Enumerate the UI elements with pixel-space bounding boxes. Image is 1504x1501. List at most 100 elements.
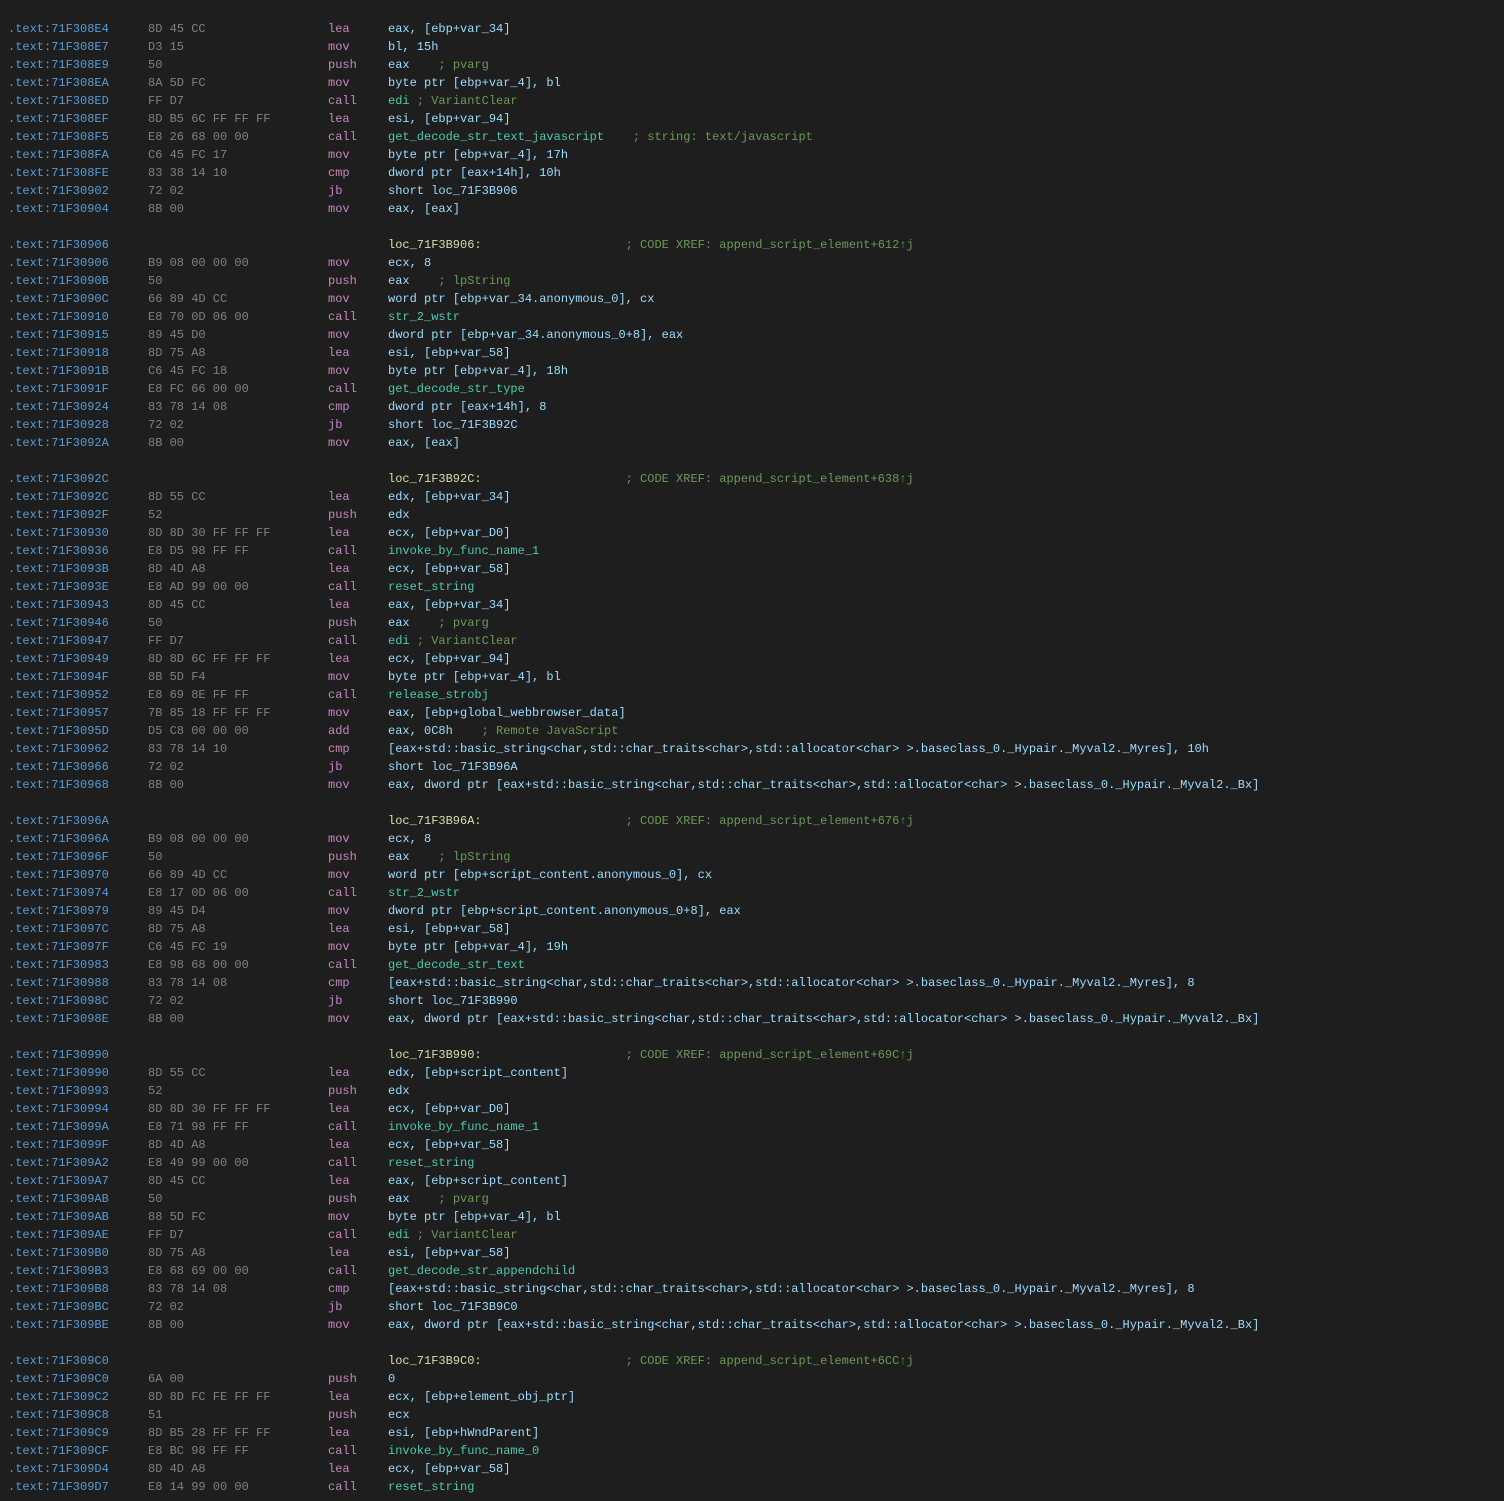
table-row[interactable]: .text:71F308EF8D B5 6C FF FF FFleaesi, [… <box>0 111 1504 129</box>
table-row[interactable]: .text:71F308EA8A 5D FCmovbyte ptr [ebp+v… <box>0 75 1504 93</box>
table-row[interactable]: .text:71F308EDFF D7calledi ; VariantClea… <box>0 93 1504 111</box>
table-row[interactable]: .text:71F3094650pusheax ; pvarg <box>0 615 1504 633</box>
table-row[interactable]: .text:71F309C28D 8D FC FE FF FFleaecx, [… <box>0 1389 1504 1407</box>
table-row[interactable]: .text:71F309B3E8 68 69 00 00callget_deco… <box>0 1263 1504 1281</box>
table-row[interactable]: .text:71F30910E8 70 0D 06 00callstr_2_ws… <box>0 309 1504 327</box>
table-row[interactable]: .text:71F309BC72 02jbshort loc_71F3B9C0 <box>0 1299 1504 1317</box>
table-row[interactable]: .text:71F309D7E8 14 99 00 00callreset_st… <box>0 1479 1504 1497</box>
table-row[interactable]: .text:71F309CFE8 BC 98 FF FFcallinvoke_b… <box>0 1443 1504 1461</box>
disassembly-view: .text:71F308E48D 45 CCleaeax, [ebp+var_3… <box>0 0 1504 1501</box>
table-row[interactable]: .text:71F3099F8D 4D A8leaecx, [ebp+var_5… <box>0 1137 1504 1155</box>
table-row[interactable]: .text:71F309C0loc_71F3B9C0: ; CODE XREF:… <box>0 1353 1504 1371</box>
table-row[interactable]: .text:71F309908D 55 CCleaedx, [ebp+scrip… <box>0 1065 1504 1083</box>
bytes: C6 45 FC 17 <box>148 147 328 164</box>
table-row[interactable]: .text:71F3097066 89 4D CCmovword ptr [eb… <box>0 867 1504 885</box>
table-row[interactable]: .text:71F3092872 02jbshort loc_71F3B92C <box>0 417 1504 435</box>
bytes: 88 5D FC <box>148 1209 328 1226</box>
table-row[interactable]: .text:71F30906loc_71F3B906: ; CODE XREF:… <box>0 237 1504 255</box>
table-row[interactable] <box>0 1029 1504 1047</box>
table-row[interactable]: .text:71F309D48D 4D A8leaecx, [ebp+var_5… <box>0 1461 1504 1479</box>
table-row[interactable]: .text:71F308E48D 45 CCleaeax, [ebp+var_3… <box>0 21 1504 39</box>
table-row[interactable]: .text:71F3094F8B 5D F4movbyte ptr [ebp+v… <box>0 669 1504 687</box>
table-row[interactable]: .text:71F3098883 78 14 08cmp[eax+std::ba… <box>0 975 1504 993</box>
table-row[interactable]: .text:71F30983E8 98 68 00 00callget_deco… <box>0 957 1504 975</box>
table-row[interactable]: .text:71F3091589 45 D0movdword ptr [ebp+… <box>0 327 1504 345</box>
table-row[interactable]: .text:71F308E7D3 15movbl, 15h <box>0 39 1504 57</box>
table-row[interactable]: .text:71F3099352pushedx <box>0 1083 1504 1101</box>
table-row[interactable]: .text:71F309AEFF D7calledi ; VariantClea… <box>0 1227 1504 1245</box>
table-row[interactable]: .text:71F3097989 45 D4movdword ptr [ebp+… <box>0 903 1504 921</box>
table-row[interactable]: .text:71F309948D 8D 30 FF FF FFleaecx, [… <box>0 1101 1504 1119</box>
table-row[interactable]: .text:71F309688B 00moveax, dword ptr [ea… <box>0 777 1504 795</box>
table-row[interactable]: .text:71F309AB50pusheax ; pvarg <box>0 1191 1504 1209</box>
table-row[interactable]: .text:71F3095DD5 C8 00 00 00addeax, 0C8h… <box>0 723 1504 741</box>
table-row[interactable]: .text:71F309498D 8D 6C FF FF FFleaecx, [… <box>0 651 1504 669</box>
table-row[interactable]: .text:71F3096AB9 08 00 00 00movecx, 8 <box>0 831 1504 849</box>
address: .text:71F3094F <box>8 669 148 686</box>
table-row[interactable]: .text:71F309B08D 75 A8leaesi, [ebp+var_5… <box>0 1245 1504 1263</box>
table-row[interactable]: .text:71F3091FE8 FC 66 00 00callget_deco… <box>0 381 1504 399</box>
operands: eax <box>388 849 410 866</box>
table-row[interactable]: .text:71F3092483 78 14 08cmpdword ptr [e… <box>0 399 1504 417</box>
table-row[interactable]: .text:71F30974E8 17 0D 06 00callstr_2_ws… <box>0 885 1504 903</box>
bytes: 50 <box>148 273 328 290</box>
table-row[interactable]: .text:71F3090B50pusheax ; lpString <box>0 273 1504 291</box>
address: .text:71F3097F <box>8 939 148 956</box>
table-row[interactable]: .text:71F3093B8D 4D A8leaecx, [ebp+var_5… <box>0 561 1504 579</box>
table-row[interactable]: .text:71F3096F50pusheax ; lpString <box>0 849 1504 867</box>
table-row[interactable]: .text:71F309A2E8 49 99 00 00callreset_st… <box>0 1155 1504 1173</box>
table-row[interactable]: .text:71F3092C8D 55 CCleaedx, [ebp+var_3… <box>0 489 1504 507</box>
address: .text:71F30924 <box>8 399 148 416</box>
table-row[interactable]: .text:71F309438D 45 CCleaeax, [ebp+var_3… <box>0 597 1504 615</box>
table-row[interactable]: .text:71F309B883 78 14 08cmp[eax+std::ba… <box>0 1281 1504 1299</box>
table-row[interactable]: .text:71F3092F52pushedx <box>0 507 1504 525</box>
table-row[interactable]: .text:71F30936E8 D5 98 FF FFcallinvoke_b… <box>0 543 1504 561</box>
bytes: 8D 8D FC FE FF FF <box>148 1389 328 1406</box>
table-row[interactable]: .text:71F309577B 85 18 FF FF FFmoveax, [… <box>0 705 1504 723</box>
address: .text:71F308EF <box>8 111 148 128</box>
bytes: 7B 85 18 FF FF FF <box>148 705 328 722</box>
table-row[interactable]: .text:71F3092A8B 00moveax, [eax] <box>0 435 1504 453</box>
table-row[interactable]: .text:71F309188D 75 A8leaesi, [ebp+var_5… <box>0 345 1504 363</box>
bytes: D5 C8 00 00 00 <box>148 723 328 740</box>
table-row[interactable]: .text:71F3096672 02jbshort loc_71F3B96A <box>0 759 1504 777</box>
mnemonic: jb <box>328 993 388 1010</box>
address: .text:71F30993 <box>8 1083 148 1100</box>
table-row[interactable]: .text:71F308F5E8 26 68 00 00callget_deco… <box>0 129 1504 147</box>
table-row[interactable]: .text:71F308FAC6 45 FC 17movbyte ptr [eb… <box>0 147 1504 165</box>
table-row[interactable]: .text:71F3092Cloc_71F3B92C: ; CODE XREF:… <box>0 471 1504 489</box>
table-row[interactable] <box>0 795 1504 813</box>
table-row[interactable]: .text:71F3093EE8 AD 99 00 00callreset_st… <box>0 579 1504 597</box>
address: .text:71F308E7 <box>8 39 148 56</box>
address: .text:71F308ED <box>8 93 148 110</box>
table-row[interactable]: .text:71F3098C72 02jbshort loc_71F3B990 <box>0 993 1504 1011</box>
table-row[interactable]: .text:71F309C98D B5 28 FF FF FFleaesi, [… <box>0 1425 1504 1443</box>
table-row[interactable]: .text:71F3098E8B 00moveax, dword ptr [ea… <box>0 1011 1504 1029</box>
table-row[interactable]: .text:71F309BE8B 00moveax, dword ptr [ea… <box>0 1317 1504 1335</box>
table-row[interactable]: .text:71F30952E8 69 8E FF FFcallrelease_… <box>0 687 1504 705</box>
table-row[interactable]: .text:71F3090272 02jbshort loc_71F3B906 <box>0 183 1504 201</box>
table-row[interactable]: .text:71F30906B9 08 00 00 00movecx, 8 <box>0 255 1504 273</box>
table-row[interactable]: .text:71F308E950pusheax ; pvarg <box>0 57 1504 75</box>
bytes: 6A 00 <box>148 1371 328 1388</box>
table-row[interactable] <box>0 453 1504 471</box>
table-row[interactable]: .text:71F308FE83 38 14 10cmpdword ptr [e… <box>0 165 1504 183</box>
table-row[interactable]: .text:71F309A78D 45 CCleaeax, [ebp+scrip… <box>0 1173 1504 1191</box>
table-row[interactable]: .text:71F309308D 8D 30 FF FF FFleaecx, [… <box>0 525 1504 543</box>
table-row[interactable]: .text:71F30947FF D7calledi ; VariantClea… <box>0 633 1504 651</box>
table-row[interactable]: .text:71F309048B 00moveax, [eax] <box>0 201 1504 219</box>
table-row[interactable]: .text:71F3091BC6 45 FC 18movbyte ptr [eb… <box>0 363 1504 381</box>
table-row[interactable] <box>0 1335 1504 1353</box>
table-row[interactable]: .text:71F309C06A 00push0 <box>0 1371 1504 1389</box>
table-row[interactable]: .text:71F309C851pushecx <box>0 1407 1504 1425</box>
table-row[interactable]: .text:71F3096283 78 14 10cmp[eax+std::ba… <box>0 741 1504 759</box>
table-row[interactable]: .text:71F3090C66 89 4D CCmovword ptr [eb… <box>0 291 1504 309</box>
table-row[interactable]: .text:71F309AB88 5D FCmovbyte ptr [ebp+v… <box>0 1209 1504 1227</box>
table-row[interactable]: .text:71F3099AE8 71 98 FF FFcallinvoke_b… <box>0 1119 1504 1137</box>
table-row[interactable]: .text:71F3097C8D 75 A8leaesi, [ebp+var_5… <box>0 921 1504 939</box>
mnemonic: lea <box>328 525 388 542</box>
table-row[interactable]: .text:71F3096Aloc_71F3B96A: ; CODE XREF:… <box>0 813 1504 831</box>
table-row[interactable]: .text:71F3097FC6 45 FC 19movbyte ptr [eb… <box>0 939 1504 957</box>
table-row[interactable] <box>0 219 1504 237</box>
table-row[interactable]: .text:71F30990loc_71F3B990: ; CODE XREF:… <box>0 1047 1504 1065</box>
